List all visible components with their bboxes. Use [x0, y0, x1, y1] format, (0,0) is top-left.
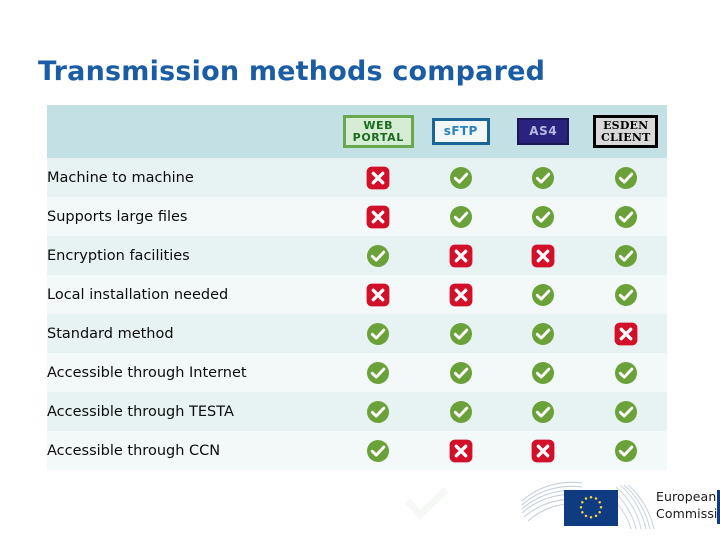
cross-icon — [449, 439, 473, 463]
feature-label: Machine to machine — [47, 169, 194, 186]
check-icon — [531, 361, 555, 385]
check-icon — [366, 322, 390, 346]
table-header-row: WEB PORTAL sFTP AS4 ESDEN CLIENT — [47, 105, 667, 158]
cell-web_portal — [337, 314, 420, 353]
eu-flag-icon — [564, 490, 618, 526]
check-icon — [366, 244, 390, 268]
table-row: Machine to machine — [47, 158, 667, 197]
check-icon — [449, 400, 473, 424]
cell-web_portal — [337, 353, 420, 392]
web-portal-badge: WEB PORTAL — [342, 114, 414, 149]
table-row: Standard method — [47, 314, 667, 353]
table-row: Accessible through TESTA — [47, 392, 667, 431]
table-row: Accessible through Internet — [47, 353, 667, 392]
cell-sftp — [420, 392, 503, 431]
cell-sftp — [420, 431, 503, 470]
header-cell-feature — [47, 105, 337, 158]
cell-esden_client — [585, 431, 668, 470]
cell-sftp — [420, 314, 503, 353]
feature-label: Accessible through CCN — [47, 442, 221, 459]
header-cell-esden-client: ESDEN CLIENT — [584, 105, 667, 158]
feature-label: Supports large files — [47, 208, 188, 225]
check-icon — [449, 361, 473, 385]
check-icon — [449, 205, 473, 229]
cross-icon — [449, 283, 473, 307]
cell-esden_client — [585, 236, 668, 275]
sftp-badge: sFTP — [431, 118, 490, 145]
cell-sftp — [420, 197, 503, 236]
feature-label: Accessible through TESTA — [47, 403, 234, 420]
cell-sftp — [420, 275, 503, 314]
check-icon — [366, 361, 390, 385]
check-icon — [614, 400, 638, 424]
cell-as4 — [502, 236, 585, 275]
check-icon — [366, 400, 390, 424]
eu-wordmark-line1: European — [656, 489, 717, 504]
cell-as4 — [502, 197, 585, 236]
check-icon — [614, 166, 638, 190]
cell-as4 — [502, 314, 585, 353]
cell-as4 — [502, 392, 585, 431]
european-commission-logo: European Commission — [520, 481, 720, 533]
page-title: Transmission methods compared — [38, 56, 546, 87]
cell-esden_client — [585, 197, 668, 236]
cross-icon — [449, 244, 473, 268]
cell-web_portal — [337, 197, 420, 236]
check-icon — [366, 439, 390, 463]
table-row: Accessible through CCN — [47, 431, 667, 470]
table-body: Machine to machine Supports large files En… — [47, 158, 667, 470]
check-icon — [449, 166, 473, 190]
cell-as4 — [502, 353, 585, 392]
feature-label: Local installation needed — [47, 286, 229, 303]
cross-icon — [366, 166, 390, 190]
header-cell-web-portal: WEB PORTAL — [337, 105, 420, 158]
cell-as4 — [502, 158, 585, 197]
cell-sftp — [420, 236, 503, 275]
check-icon — [531, 322, 555, 346]
feature-label: Accessible through Internet — [47, 364, 247, 381]
feature-label: Standard method — [47, 325, 174, 342]
comparison-table: WEB PORTAL sFTP AS4 ESDEN CLIENT Machine… — [47, 105, 667, 470]
cell-esden_client — [585, 275, 668, 314]
cell-web_portal — [337, 236, 420, 275]
table-row: Local installation needed — [47, 275, 667, 314]
cell-esden_client — [585, 353, 668, 392]
check-icon — [614, 439, 638, 463]
cell-sftp — [420, 158, 503, 197]
cell-as4 — [502, 275, 585, 314]
cell-web_portal — [337, 158, 420, 197]
cell-esden_client — [585, 314, 668, 353]
cross-icon — [531, 244, 555, 268]
eu-wordmark-line2: Commission — [656, 505, 720, 521]
as4-badge: AS4 — [517, 118, 570, 145]
cross-icon — [614, 322, 638, 346]
cross-icon — [531, 439, 555, 463]
cell-web_portal — [337, 392, 420, 431]
check-icon — [531, 166, 555, 190]
watermark-glyph — [404, 487, 450, 521]
check-icon — [614, 244, 638, 268]
check-icon — [614, 283, 638, 307]
check-icon — [531, 205, 555, 229]
cell-web_portal — [337, 431, 420, 470]
cell-esden_client — [585, 392, 668, 431]
header-cell-as4: AS4 — [502, 105, 585, 158]
cross-icon — [366, 283, 390, 307]
feature-label: Encryption facilities — [47, 247, 190, 264]
table-row: Supports large files — [47, 197, 667, 236]
check-icon — [531, 283, 555, 307]
check-icon — [614, 361, 638, 385]
cell-esden_client — [585, 158, 668, 197]
esden-client-badge: ESDEN CLIENT — [593, 114, 659, 149]
check-icon — [614, 205, 638, 229]
cell-web_portal — [337, 275, 420, 314]
table-row: Encryption facilities — [47, 236, 667, 275]
header-cell-sftp: sFTP — [419, 105, 502, 158]
cell-sftp — [420, 353, 503, 392]
cross-icon — [366, 205, 390, 229]
eu-wordmark: European Commission — [656, 489, 720, 523]
check-icon — [531, 400, 555, 424]
cell-as4 — [502, 431, 585, 470]
check-icon — [449, 322, 473, 346]
